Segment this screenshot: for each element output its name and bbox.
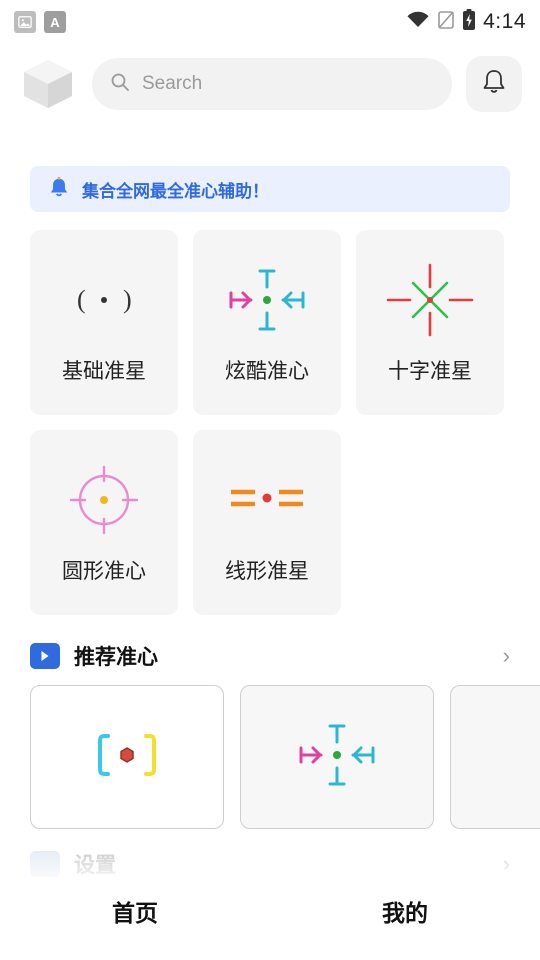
recommend-item[interactable]: [30, 685, 224, 829]
category-card-label: 圆形准心: [62, 559, 146, 583]
cross-arrows-icon: [282, 716, 392, 799]
search-input[interactable]: Search: [92, 58, 452, 110]
battery-icon: [462, 8, 476, 36]
bell-icon: [481, 68, 507, 101]
category-card-circle[interactable]: 圆形准心: [30, 430, 178, 615]
recommend-title: 推荐准心: [74, 646, 158, 669]
dot-parens-icon: ( ): [59, 261, 149, 339]
lines-dot-icon: [217, 461, 317, 539]
category-card-basic[interactable]: ( ) 基础准星: [30, 230, 178, 415]
recommend-item[interactable]: [240, 685, 434, 829]
bell-blue-icon: [48, 176, 70, 203]
brackets-hex-icon: [72, 720, 182, 795]
search-icon: [110, 72, 130, 97]
image-icon: [14, 11, 36, 33]
category-card-line[interactable]: 线形准星: [193, 430, 341, 615]
settings-title: 设置: [74, 854, 116, 877]
chevron-right-icon[interactable]: ›: [503, 643, 510, 669]
category-card-label: 炫酷准心: [225, 359, 309, 383]
recommend-item[interactable]: [450, 685, 540, 829]
status-bar-right: 4:14: [406, 8, 526, 36]
recommend-section-header: 推荐准心 ›: [0, 615, 540, 671]
tab-home[interactable]: 首页: [112, 894, 158, 928]
chevron-right-icon[interactable]: ›: [503, 851, 510, 877]
font-icon: A: [44, 11, 66, 33]
tab-mine[interactable]: 我的: [382, 894, 428, 928]
status-bar-left: A: [14, 11, 66, 33]
category-card-cross[interactable]: 十字准星: [356, 230, 504, 415]
bottom-tab-bar: 首页 我的: [0, 884, 540, 960]
category-card-label: 基础准星: [62, 359, 146, 383]
star-burst-icon: [380, 261, 480, 339]
category-card-label: 十字准星: [388, 359, 472, 383]
status-bar: A 4:14: [0, 0, 540, 44]
svg-text:): ): [123, 285, 132, 314]
circle-ring-icon: [59, 461, 149, 539]
cube-logo: [18, 54, 78, 114]
cross-arrows-icon: [217, 261, 317, 339]
svg-text:(: (: [77, 285, 86, 314]
wifi-icon: [406, 11, 430, 34]
crosshair-category-grid: ( ) 基础准星 炫酷准心 十字准星 圆形准心 线形准星: [0, 212, 540, 615]
category-card-cool[interactable]: 炫酷准心: [193, 230, 341, 415]
app-header: Search: [0, 44, 540, 128]
screen-plus-icon: [30, 643, 60, 669]
banner-text: 集合全网最全准心辅助！: [82, 181, 269, 201]
promo-banner[interactable]: 集合全网最全准心辅助！: [30, 166, 510, 212]
category-card-label: 线形准星: [225, 559, 309, 583]
clock-time: 4:14: [483, 10, 526, 33]
settings-section-header: 设置 ›: [0, 829, 540, 879]
recommend-list[interactable]: [0, 671, 540, 829]
search-placeholder: Search: [142, 73, 203, 94]
notification-button[interactable]: [466, 56, 522, 112]
sim-off-icon: [437, 10, 455, 35]
settings-icon: [30, 851, 60, 877]
